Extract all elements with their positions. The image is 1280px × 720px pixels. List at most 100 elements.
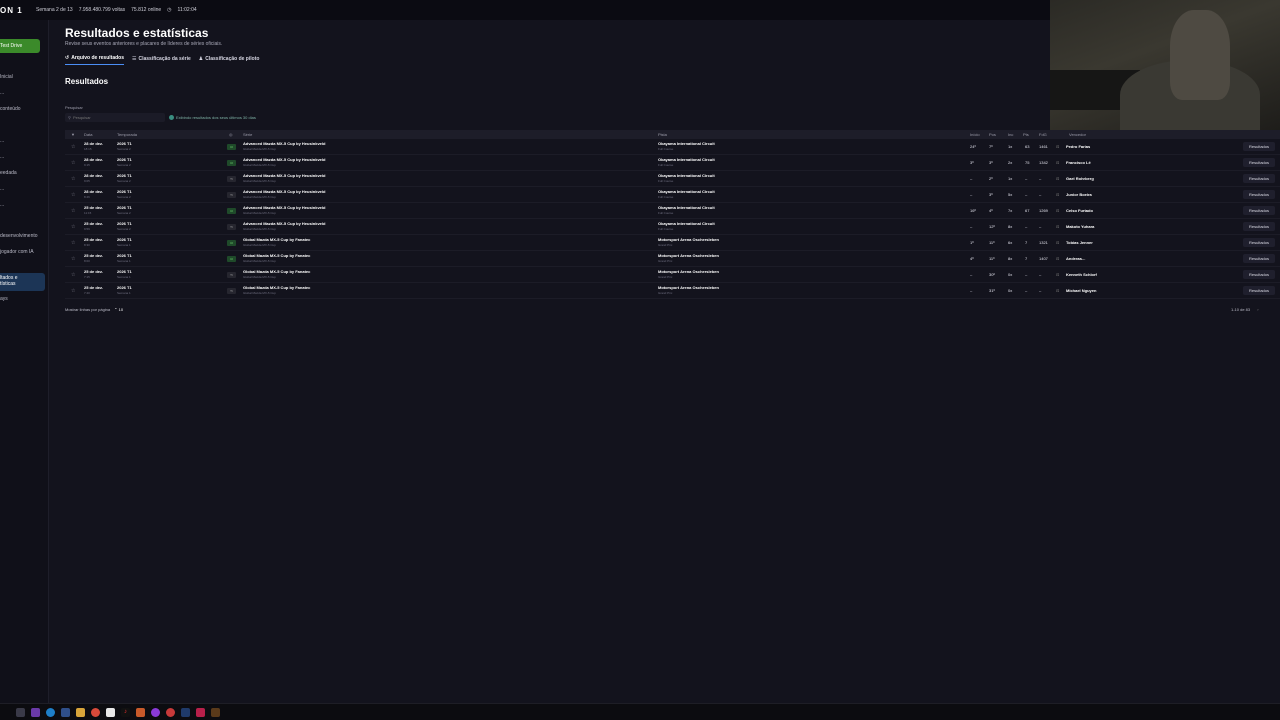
winner-name[interactable]: Gael Rohrberg xyxy=(1066,176,1094,181)
col-pos[interactable]: Pos xyxy=(989,132,996,137)
col-pts[interactable]: Pts xyxy=(1023,132,1029,137)
winner-info-icon: ⊡ xyxy=(1056,256,1060,261)
favorite-star-icon[interactable]: ☆ xyxy=(71,208,75,214)
app2-icon[interactable] xyxy=(136,707,145,717)
table-row[interactable]: ☆ 25 de dez. 7:15 2026 T1 Semana 1 Tr Gl… xyxy=(65,267,1280,283)
winner-name[interactable]: Francisco Lê xyxy=(1066,160,1091,165)
col-date[interactable]: Data xyxy=(84,132,92,137)
tiktok-icon[interactable]: ♪ xyxy=(121,707,130,717)
col-series[interactable]: Série xyxy=(243,132,252,137)
app4-icon[interactable] xyxy=(166,707,175,717)
search-box[interactable]: ⚲ xyxy=(65,113,165,122)
sidebar-test-drive-button[interactable]: Test Drive xyxy=(0,39,40,53)
sidebar-item-7[interactable]: ... xyxy=(0,186,4,192)
finish-position: 3º xyxy=(989,192,993,197)
chrome-icon[interactable] xyxy=(91,707,100,717)
sidebar-item-results[interactable]: ltados e tísticas xyxy=(0,273,45,291)
sidebar-item-replays[interactable]: ays xyxy=(0,296,8,302)
col-inc[interactable]: Inc xyxy=(1008,132,1013,137)
favorite-star-icon[interactable]: ☆ xyxy=(71,240,75,246)
results-button[interactable]: Resultados xyxy=(1243,238,1275,247)
results-button[interactable]: Resultados xyxy=(1243,158,1275,167)
favorite-star-icon[interactable]: ☆ xyxy=(71,256,75,262)
app-icon[interactable] xyxy=(106,707,115,717)
copilot-icon[interactable] xyxy=(31,707,40,717)
results-button[interactable]: Resultados xyxy=(1243,222,1275,231)
search-taskbar-icon[interactable] xyxy=(16,707,25,717)
iracing-icon[interactable] xyxy=(196,707,205,717)
sidebar-item-home[interactable]: Inicial xyxy=(0,74,13,80)
winner-name[interactable]: Makoto Yuhara xyxy=(1066,224,1094,229)
favorite-star-icon[interactable]: ☆ xyxy=(71,144,75,150)
race-time: 11:15 xyxy=(84,211,92,215)
table-row[interactable]: ☆ 25 de dez. 8:00 2026 T1 Semana 1 Cl Gl… xyxy=(65,251,1280,267)
race-time: 7:15 xyxy=(84,275,90,279)
license-badge: Cl xyxy=(227,144,236,150)
edge-icon[interactable] xyxy=(46,707,55,717)
sidebar-item-6[interactable]: eedada xyxy=(0,170,17,176)
winner-info-icon: ⊡ xyxy=(1056,160,1060,165)
tab-results-archive[interactable]: ↺ Arquivo de resultados xyxy=(65,55,124,65)
folder-icon[interactable] xyxy=(76,707,85,717)
favorite-star-icon[interactable]: ☆ xyxy=(71,224,75,230)
app3-icon[interactable] xyxy=(151,707,160,717)
sidebar-item-8[interactable]: ... xyxy=(0,202,4,208)
results-button[interactable]: Resultados xyxy=(1243,254,1275,263)
sidebar-item-development[interactable]: desenvolvimento xyxy=(0,233,38,239)
results-button[interactable]: Resultados xyxy=(1243,174,1275,183)
license-badge: Cl xyxy=(227,240,236,246)
favorite-star-icon[interactable]: ☆ xyxy=(71,272,75,278)
col-season[interactable]: Temporada xyxy=(117,132,137,137)
winner-name[interactable]: Tobias Jenner xyxy=(1066,240,1093,245)
table-row[interactable]: ☆ 25 de dez. 9:59 2026 T1 Semana 2 Tr Ad… xyxy=(65,219,1280,235)
results-button[interactable]: Resultados xyxy=(1243,206,1275,215)
favorite-star-icon[interactable]: ☆ xyxy=(71,192,75,198)
winner-name[interactable]: Junior Boeira xyxy=(1066,192,1092,197)
table-row[interactable]: ☆ 28 de dez. 9:15 2026 T1 Semana 2 Cl Ad… xyxy=(65,155,1280,171)
search-input[interactable] xyxy=(72,115,158,120)
winner-name[interactable]: Pedro Farias xyxy=(1066,144,1090,149)
col-sof[interactable]: FdG xyxy=(1039,132,1047,137)
person-icon: ♟ xyxy=(198,55,204,62)
results-button[interactable]: Resultados xyxy=(1243,286,1275,295)
table-row[interactable]: ☆ 28 de dez. 18:15 2026 T1 Semana 2 Cl A… xyxy=(65,139,1280,155)
car-name: Global Mazda MX-5 Cup xyxy=(243,227,276,231)
col-track[interactable]: Pista xyxy=(658,132,667,137)
points: 67 xyxy=(1025,208,1030,213)
sidebar-item-content[interactable]: conteúdo xyxy=(0,106,21,112)
winner-name[interactable]: Kenneth Schlorf xyxy=(1066,272,1097,277)
app5-icon[interactable] xyxy=(211,707,220,717)
winner-name[interactable]: Andreas... xyxy=(1066,256,1085,261)
winner-name[interactable]: Celso Furtado xyxy=(1066,208,1093,213)
tab-label: Arquivo de resultados xyxy=(71,55,124,61)
tab-driver-standings[interactable]: ♟ Classificação de piloto xyxy=(199,55,260,65)
race-date: 25 de dez. xyxy=(84,237,104,242)
col-start[interactable]: Início xyxy=(970,132,980,137)
tab-series-standings[interactable]: ☰ Classificação da série xyxy=(132,55,191,65)
table-row[interactable]: ☆ 25 de dez. 11:15 2026 T1 Semana 2 Cl A… xyxy=(65,203,1280,219)
winner-info-icon: ⊡ xyxy=(1056,176,1060,181)
rows-per-page-select[interactable]: ⌃ 10 xyxy=(114,307,123,312)
sidebar-item-4[interactable]: ... xyxy=(0,138,4,144)
sidebar-item-5[interactable]: ... xyxy=(0,154,4,160)
favorite-star-icon[interactable]: ☆ xyxy=(71,160,75,166)
tab-label: Classificação de piloto xyxy=(205,55,260,62)
table-row[interactable]: ☆ 28 de dez. 9:05 2026 T1 Semana 2 Tr Ad… xyxy=(65,171,1280,187)
favorite-star-icon[interactable]: ☆ xyxy=(71,176,75,182)
table-row[interactable]: ☆ 25 de dez. 7:40 2026 T1 Semana 1 Tr Gl… xyxy=(65,283,1280,299)
sidebar-item-ai[interactable]: jogador com IA xyxy=(0,249,34,255)
col-winner[interactable]: Vencedor xyxy=(1069,132,1086,137)
filter-icon[interactable]: ▼ xyxy=(71,132,75,137)
next-page-icon[interactable]: › xyxy=(1257,307,1258,312)
results-button[interactable]: Resultados xyxy=(1243,142,1275,151)
sidebar-item-2[interactable]: ... xyxy=(0,90,4,96)
results-button[interactable]: Resultados xyxy=(1243,270,1275,279)
license-badge: Tr xyxy=(227,224,236,230)
winner-name[interactable]: Michael Nguyen xyxy=(1066,288,1096,293)
table-row[interactable]: ☆ 25 de dez. 8:30 2026 T1 Semana 1 Cl Gl… xyxy=(65,235,1280,251)
store-icon[interactable] xyxy=(61,707,70,717)
table-row[interactable]: ☆ 28 de dez. 8:46 2026 T1 Semana 2 Tr Ad… xyxy=(65,187,1280,203)
steam-icon[interactable] xyxy=(181,707,190,717)
results-button[interactable]: Resultados xyxy=(1243,190,1275,199)
favorite-star-icon[interactable]: ☆ xyxy=(71,288,75,294)
